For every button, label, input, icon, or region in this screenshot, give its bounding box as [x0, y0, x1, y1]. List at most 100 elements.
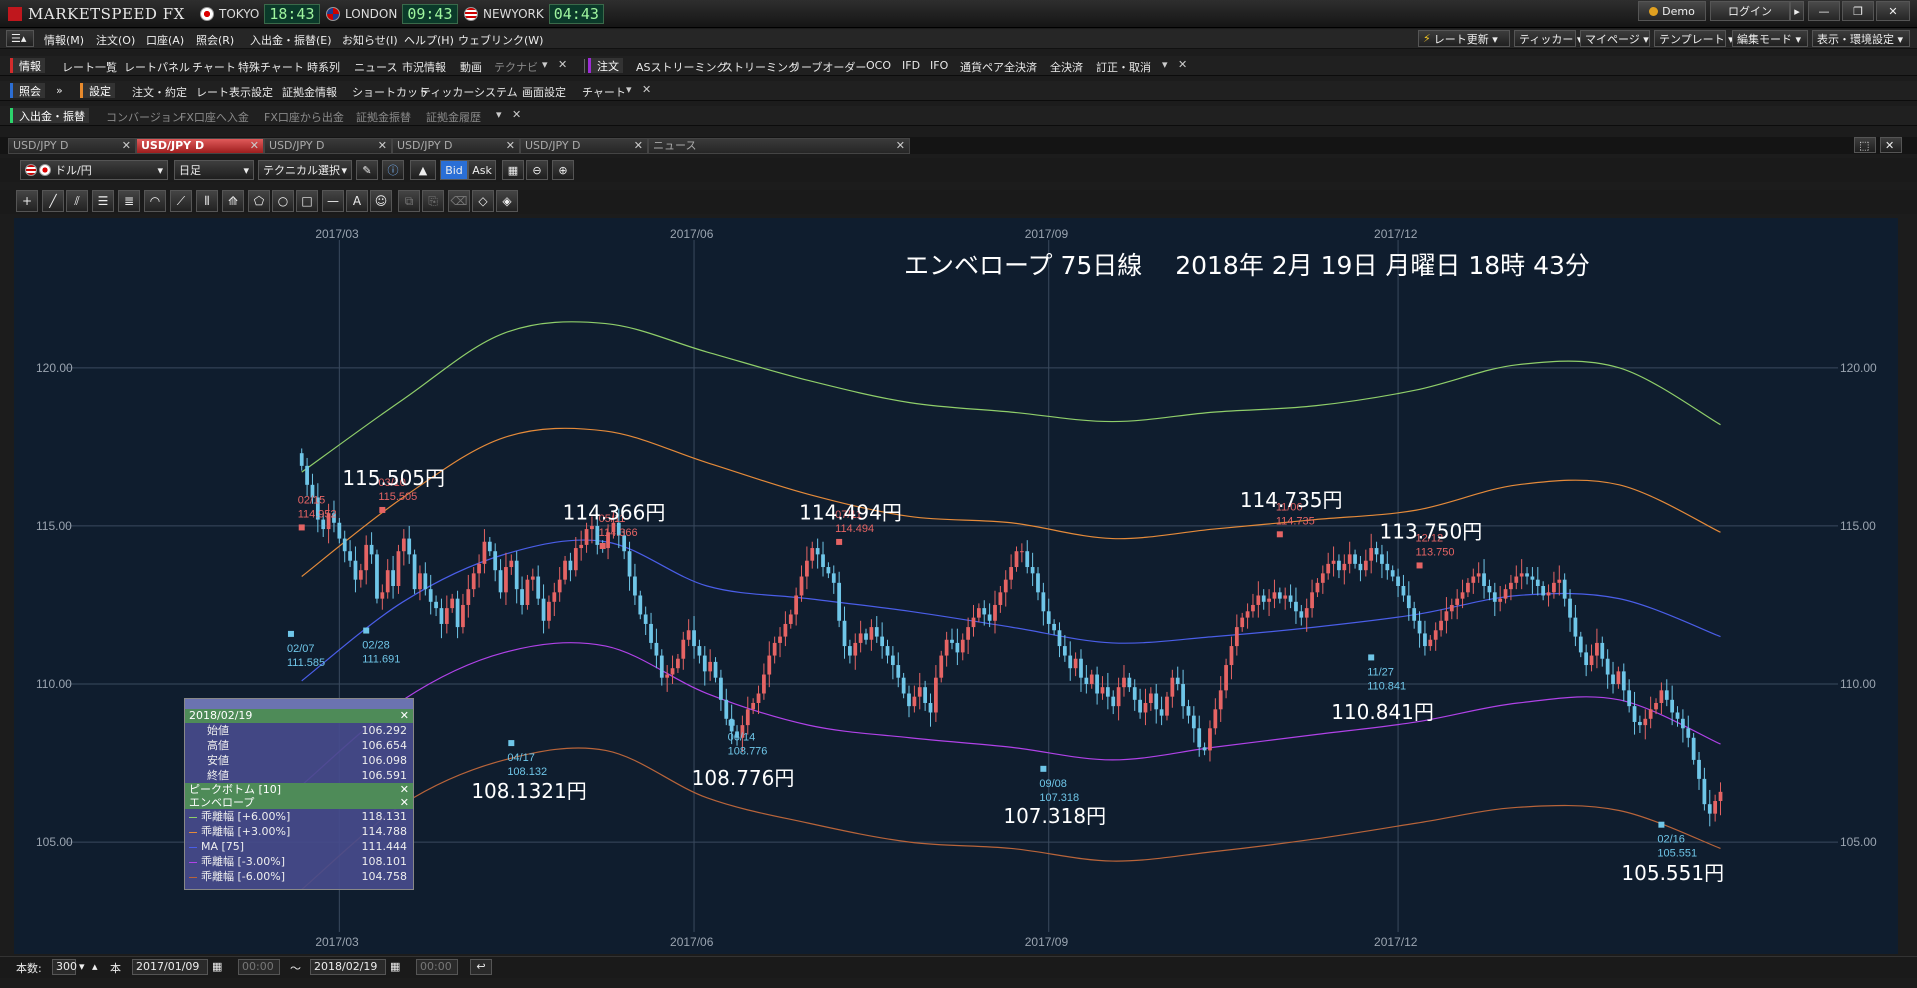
toolbar-ifd[interactable]: IFD — [902, 59, 920, 72]
toolbar-dropdown-icon[interactable]: ▾ — [496, 108, 502, 121]
restore-button[interactable]: ❐ — [1842, 1, 1874, 21]
eraser-icon[interactable]: ◇ — [472, 190, 494, 212]
toolbar-rate-display[interactable]: レート表示設定 — [196, 84, 273, 100]
icon-tool-icon[interactable]: ☺ — [370, 190, 392, 212]
count-input[interactable]: 300 — [52, 959, 77, 975]
toolbar-chart-settings[interactable]: チャート — [582, 84, 626, 100]
maximize-panel-icon[interactable]: ⬚ — [1854, 137, 1876, 153]
close-button[interactable]: ✕ — [1876, 1, 1910, 21]
currency-pair-select[interactable]: ドル/円 ▾ — [20, 160, 168, 180]
ohlc-info-panel[interactable]: 2018/02/19 ✕ 始値 106.292 高値 106.654 安値 106.0… — [184, 698, 414, 890]
toolbar-dropdown-icon[interactable]: ▾ — [542, 58, 548, 71]
vertical-lines-icon[interactable]: ⦀ — [196, 190, 218, 212]
toolbar-modify-cancel[interactable]: 訂正・取消 — [1096, 59, 1151, 75]
toolbar-close-icon[interactable]: ✕ — [1178, 58, 1187, 71]
toolbar-rate-list[interactable]: レート一覧 — [62, 59, 117, 75]
technical-select[interactable]: テクニカル選択 ▾ — [258, 160, 352, 180]
tab-close-icon[interactable]: ✕ — [122, 139, 131, 153]
calendar-icon[interactable]: ▦ — [390, 960, 400, 973]
toolbar-ticker[interactable]: ティッカー — [420, 84, 474, 100]
paste-drawing-icon[interactable]: ⎘ — [422, 190, 444, 212]
zoom-in-icon[interactable]: ⊕ — [552, 160, 574, 180]
text-tool-icon[interactable]: A — [346, 190, 368, 212]
login-arrow-button[interactable]: ▸ — [1790, 1, 1804, 21]
toolbar-screen-settings[interactable]: 画面設定 — [522, 84, 566, 100]
tab-news[interactable]: ニュース ✕ — [648, 138, 910, 154]
toolbar-conversion[interactable]: コンバージョン — [106, 109, 183, 125]
ticker-button[interactable]: ティッカー ▾ — [1514, 30, 1582, 47]
from-date-input[interactable]: 2017/01/09 — [132, 959, 208, 975]
hline-icon[interactable]: — — [322, 190, 344, 212]
tab-close-icon[interactable]: ✕ — [896, 139, 905, 153]
chart-type-icon[interactable]: ▦ — [502, 160, 524, 180]
toolbar-close-icon[interactable]: ✕ — [642, 83, 651, 96]
toolbar-margin-transfer[interactable]: 証拠金振替 — [356, 109, 411, 125]
toolbar-fx-withdraw[interactable]: FX口座から出金 — [264, 109, 344, 125]
toolbar-video[interactable]: 動画 — [460, 59, 482, 75]
edit-mode-button[interactable]: 編集モード ▾ — [1732, 30, 1808, 47]
toolbar-oco[interactable]: OCO — [866, 59, 891, 72]
tab-close-icon[interactable]: ✕ — [634, 139, 643, 153]
menu-inquiry[interactable]: 照会(R) — [196, 32, 234, 48]
erase-all-icon[interactable]: ◈ — [496, 190, 518, 212]
tab-usdjpy-4[interactable]: USD/JPY D ✕ — [392, 138, 520, 154]
pentagon-icon[interactable]: ⬠ — [248, 190, 270, 212]
toolbar-as-streaming[interactable]: ASストリーミング — [636, 59, 728, 75]
minimize-button[interactable]: — — [1808, 1, 1840, 21]
layout-menu-icon[interactable]: ☰▴ — [6, 30, 34, 47]
menu-weblink[interactable]: ウェブリンク(W) — [458, 32, 543, 48]
panel-close-icon[interactable]: ✕ — [400, 709, 409, 723]
toolbar-margin-history[interactable]: 証拠金履歴 — [426, 109, 481, 125]
menu-info[interactable]: 情報(M) — [44, 32, 84, 48]
toolbar-margin-info[interactable]: 証拠金情報 — [282, 84, 337, 100]
count-stepper-down-icon[interactable]: ▾ — [79, 960, 85, 973]
rate-update-button[interactable]: ⚡ レート更新 ▾ — [1418, 30, 1510, 47]
toolbar-dropdown-icon[interactable]: ▾ — [626, 83, 632, 96]
horizontal-lines-icon[interactable]: ☰ — [92, 190, 114, 212]
login-button[interactable]: ログイン — [1710, 1, 1790, 21]
toolbar-special-chart[interactable]: 特殊チャート — [238, 59, 304, 75]
menu-help[interactable]: ヘルプ(H) — [404, 32, 454, 48]
toolbar-news[interactable]: ニュース — [354, 59, 397, 75]
toolbar-close-icon[interactable]: ✕ — [512, 108, 521, 121]
calendar-icon[interactable]: ▦ — [212, 960, 222, 973]
toolbar-chart[interactable]: チャート — [192, 59, 236, 75]
bid-toggle[interactable]: Bid — [440, 160, 468, 180]
toolbar-fx-deposit[interactable]: FX口座へ入金 — [180, 109, 249, 125]
to-time-input[interactable]: 00:00 — [416, 959, 458, 975]
toolbar-settle-all[interactable]: 全決済 — [1050, 59, 1083, 75]
ask-toggle[interactable]: Ask — [468, 160, 496, 180]
info-icon[interactable]: ⓘ — [382, 160, 404, 180]
area-chart-icon[interactable]: ▲ — [410, 160, 436, 180]
menu-notice[interactable]: お知らせ(I) — [342, 32, 398, 48]
circle-icon[interactable]: ○ — [272, 190, 294, 212]
delete-drawing-icon[interactable]: ⌫ — [448, 190, 470, 212]
tab-usdjpy-5[interactable]: USD/JPY D ✕ — [520, 138, 648, 154]
section-close-icon[interactable]: ✕ — [400, 796, 409, 809]
toolbar-ifo[interactable]: IFO — [930, 59, 948, 72]
reset-range-icon[interactable]: ↩ — [470, 959, 492, 975]
crosshair-icon[interactable]: + — [16, 190, 38, 212]
toolbar-streaming[interactable]: ストリーミング — [722, 59, 799, 75]
template-button[interactable]: テンプレート ▾ — [1654, 30, 1734, 47]
toolbar-dropdown-icon[interactable]: ▾ — [1162, 58, 1168, 71]
menu-order[interactable]: 注文(O) — [96, 32, 135, 48]
zoom-out-icon[interactable]: ⊖ — [526, 160, 548, 180]
period-select[interactable]: 日足 ▾ — [174, 160, 254, 180]
close-panel-icon[interactable]: ✕ — [1880, 137, 1902, 153]
toolbar-order-execution[interactable]: 注文・約定 — [132, 84, 187, 100]
copy-drawing-icon[interactable]: ⧉ — [398, 190, 420, 212]
from-time-input[interactable]: 00:00 — [238, 959, 280, 975]
pen-icon[interactable]: ✎ — [356, 160, 378, 180]
demo-button[interactable]: Demo — [1638, 1, 1706, 21]
tab-close-icon[interactable]: ✕ — [506, 139, 515, 153]
rectangle-icon[interactable]: □ — [296, 190, 318, 212]
toolbar-shortcut[interactable]: ショートカット — [352, 84, 429, 100]
mypage-button[interactable]: マイページ ▾ — [1580, 30, 1650, 47]
tab-usdjpy-3[interactable]: USD/JPY D ✕ — [264, 138, 392, 154]
display-settings-button[interactable]: 表示・環境設定 ▾ — [1812, 30, 1910, 47]
panel-drag-handle[interactable] — [185, 699, 413, 709]
section-close-icon[interactable]: ✕ — [400, 783, 409, 796]
toolbar-rate-panel[interactable]: レートパネル — [124, 59, 190, 75]
toolbar-expand-icon[interactable]: » — [56, 84, 63, 97]
